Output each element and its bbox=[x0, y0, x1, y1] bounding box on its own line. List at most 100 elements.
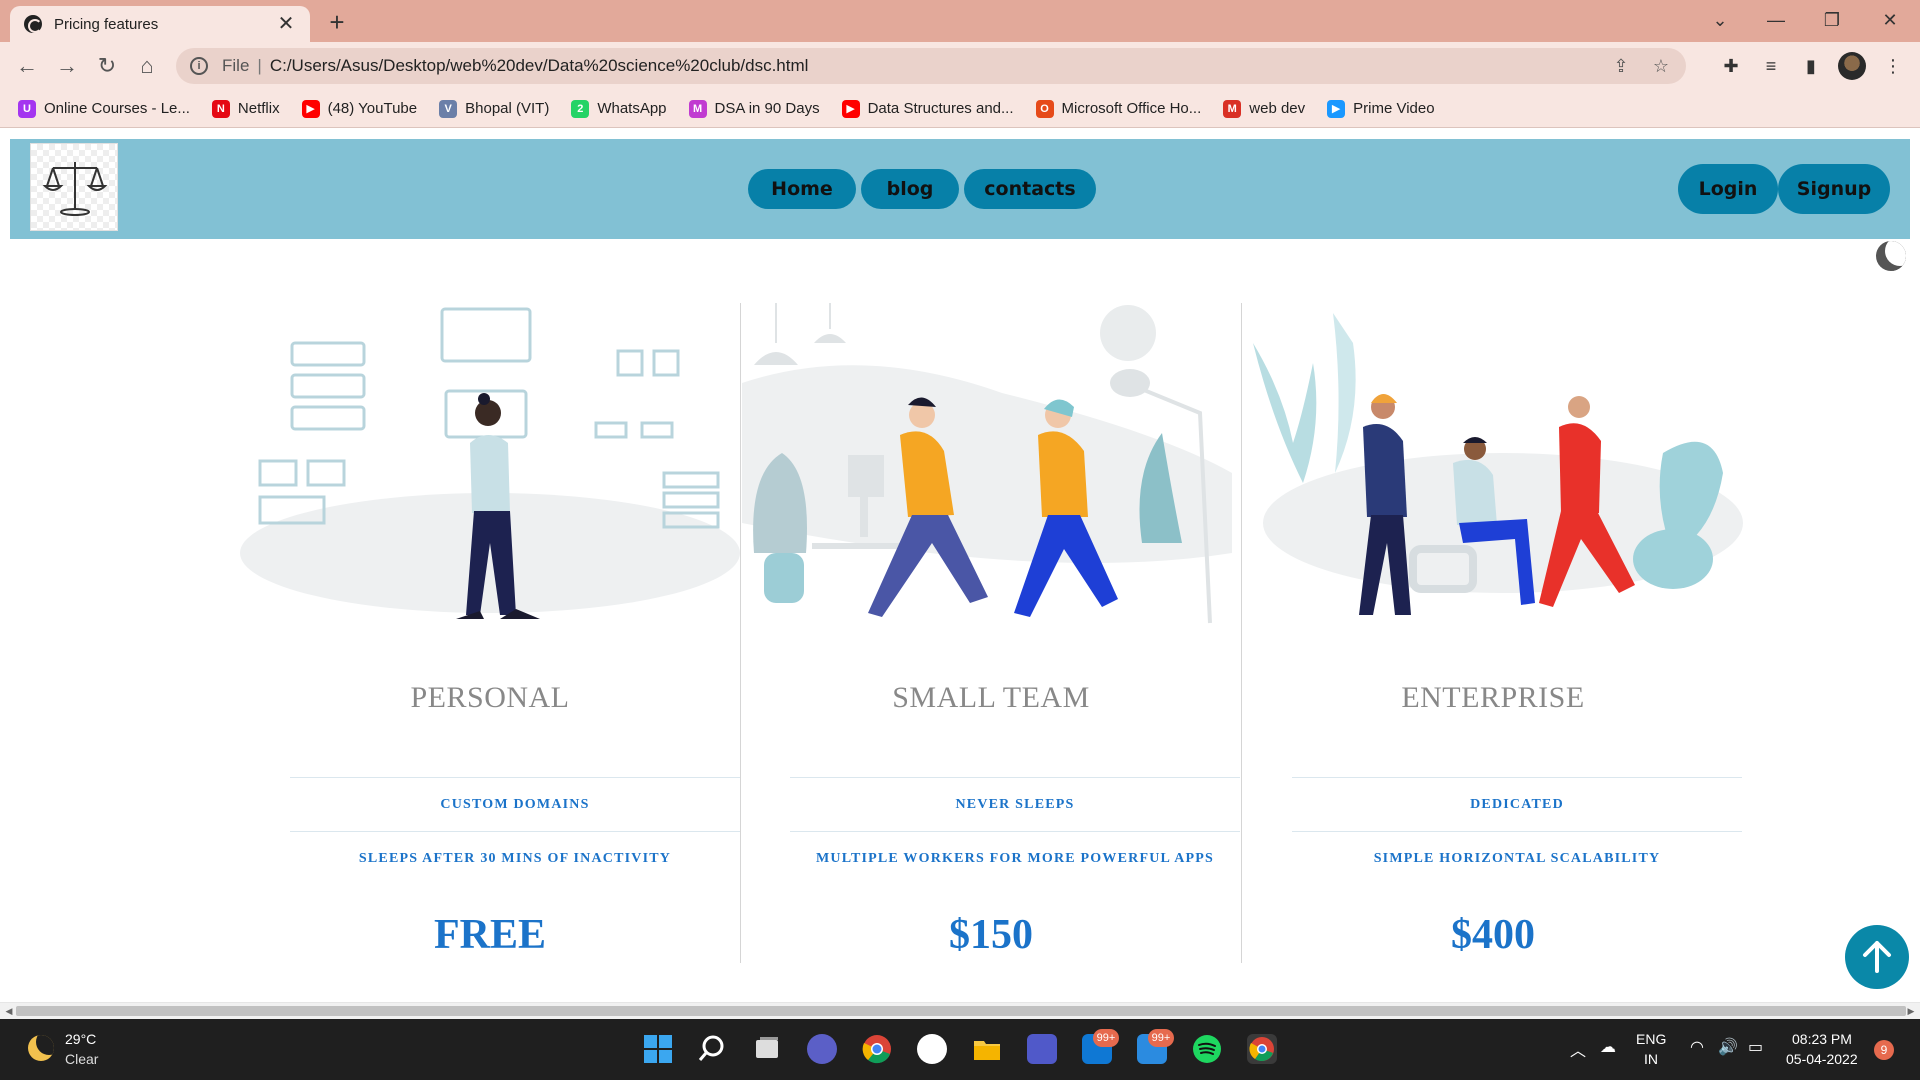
bookmark-item[interactable]: 2 WhatsApp bbox=[571, 99, 667, 118]
teams-icon[interactable] bbox=[1027, 1034, 1057, 1064]
notification-count-badge[interactable]: 9 bbox=[1874, 1040, 1894, 1060]
feature-personal-2: SLEEPS AFTER 30 MINS OF INACTIVITY bbox=[358, 851, 672, 866]
bookmark-item[interactable]: V Bhopal (VIT) bbox=[439, 99, 550, 118]
scrollbar-thumb[interactable] bbox=[16, 1006, 1906, 1016]
weather-moon-icon[interactable] bbox=[28, 1035, 54, 1061]
mail-badge: 99+ bbox=[1148, 1029, 1174, 1047]
bookmark-item[interactable]: ▶ Data Structures and... bbox=[841, 99, 1014, 118]
scroll-to-top-button[interactable] bbox=[1845, 925, 1909, 989]
browser-tab-strip: Pricing features ✕ + ⌄ — ❐ ✕ bbox=[0, 0, 1920, 42]
forward-arrow-icon[interactable]: → bbox=[52, 52, 82, 80]
spotify-icon[interactable] bbox=[1192, 1034, 1222, 1064]
price-personal: FREE bbox=[433, 912, 546, 958]
onedrive-cloud-icon[interactable]: ☁ bbox=[1600, 1037, 1616, 1057]
bookmark-item[interactable]: Mweb dev bbox=[1223, 99, 1305, 118]
close-window-button[interactable]: ✕ bbox=[1870, 4, 1910, 36]
file-explorer-folder-icon[interactable] bbox=[972, 1034, 1002, 1064]
bookmark-label: Netflix bbox=[237, 100, 280, 117]
login-button[interactable]: Login bbox=[1678, 164, 1778, 214]
chrome-active-icon[interactable] bbox=[1247, 1034, 1277, 1064]
gmail-icon: M bbox=[1223, 99, 1242, 118]
minimize-button[interactable]: — bbox=[1756, 4, 1796, 36]
scroll-right-arrow-icon[interactable]: ▶ bbox=[1905, 1005, 1917, 1017]
start-windows-icon[interactable] bbox=[643, 1034, 673, 1064]
horizontal-scrollbar[interactable]: ◀ ▶ bbox=[0, 1002, 1920, 1019]
restore-button[interactable]: ❐ bbox=[1812, 4, 1852, 36]
bookmark-label: Bhopal (VIT) bbox=[465, 100, 550, 117]
scroll-left-arrow-icon[interactable]: ◀ bbox=[3, 1005, 15, 1017]
site-logo[interactable] bbox=[30, 143, 118, 231]
tray-chevron-up-icon[interactable]: ︿ bbox=[1570, 1037, 1586, 1061]
battery-icon[interactable]: ▭ bbox=[1748, 1037, 1763, 1057]
clock-time[interactable]: 08:23 PM bbox=[1792, 1031, 1852, 1047]
chrome-icon[interactable] bbox=[862, 1034, 892, 1064]
page-viewport: Home blog contacts Login Signup PERSONAL… bbox=[0, 129, 1920, 1002]
site-info-icon[interactable]: i bbox=[190, 57, 208, 75]
bookmark-item[interactable]: M DSA in 90 Days bbox=[688, 99, 820, 118]
site-header: Home blog contacts Login Signup bbox=[10, 139, 1910, 239]
profile-avatar[interactable] bbox=[1838, 52, 1866, 80]
bookmark-label: Data Structures and... bbox=[867, 100, 1014, 117]
bookmark-item[interactable]: ▶ (48) YouTube bbox=[301, 99, 417, 118]
new-tab-button[interactable]: + bbox=[322, 8, 352, 36]
column-divider bbox=[740, 303, 741, 963]
bookmark-item[interactable]: U Online Courses - Le... bbox=[18, 99, 190, 118]
task-view-icon[interactable] bbox=[752, 1034, 782, 1064]
plan-title-small-team: SMALL TEAM bbox=[892, 681, 1090, 714]
plan-title-personal: PERSONAL bbox=[410, 681, 570, 714]
youtube-icon: ▶ bbox=[841, 99, 860, 118]
windows-taskbar: 29°C Clear 99+ 99+ ︿ ☁ ENG IN ◠ 🔊 ▭ 08:2… bbox=[0, 1019, 1920, 1080]
nav-blog-button[interactable]: blog bbox=[861, 169, 959, 209]
url-separator: | bbox=[257, 56, 262, 75]
url-text[interactable]: C:/Users/Asus/Desktop/web%20dev/Data%20s… bbox=[270, 56, 1592, 76]
plan-title-enterprise: ENTERPRISE bbox=[1401, 681, 1585, 714]
clock-date[interactable]: 05-04-2022 bbox=[1786, 1051, 1858, 1067]
feature-small-team-1: NEVER SLEEPS bbox=[955, 797, 1075, 812]
vit-icon: V bbox=[439, 99, 458, 118]
weather-description[interactable]: Clear bbox=[65, 1051, 98, 1067]
bookmark-item[interactable]: O Microsoft Office Ho... bbox=[1035, 99, 1202, 118]
weather-temperature[interactable]: 29°C bbox=[65, 1031, 96, 1047]
bookmark-item[interactable]: ▶ Prime Video bbox=[1327, 99, 1435, 118]
extensions-puzzle-icon[interactable]: ✚ bbox=[1718, 54, 1744, 78]
share-icon[interactable]: ⇪ bbox=[1610, 55, 1632, 77]
bookmark-item[interactable]: N Netflix bbox=[211, 99, 280, 118]
whatsapp-icon: 2 bbox=[571, 99, 590, 118]
language-bottom[interactable]: IN bbox=[1644, 1051, 1658, 1067]
address-bar[interactable]: i File | C:/Users/Asus/Desktop/web%20dev… bbox=[176, 48, 1686, 84]
side-panel-icon[interactable]: ▮ bbox=[1798, 54, 1824, 78]
prime-video-icon: ▶ bbox=[1327, 99, 1346, 118]
tab-search-chevron-icon[interactable]: ⌄ bbox=[1700, 4, 1740, 36]
column-divider bbox=[1241, 303, 1242, 963]
bookmark-star-icon[interactable]: ☆ bbox=[1650, 55, 1672, 77]
wifi-icon[interactable]: ◠ bbox=[1690, 1037, 1704, 1057]
back-arrow-icon[interactable]: ← bbox=[12, 52, 42, 80]
media-queue-icon[interactable]: ≡ bbox=[1758, 54, 1784, 78]
feature-enterprise-1: DEDICATED bbox=[1470, 797, 1564, 812]
feature-enterprise-2: SIMPLE HORIZONTAL SCALABILITY bbox=[1373, 851, 1661, 866]
browser-tab[interactable]: Pricing features ✕ bbox=[10, 6, 310, 42]
signup-button[interactable]: Signup bbox=[1778, 164, 1890, 214]
enterprise-plan-illustration bbox=[1253, 313, 1743, 615]
feature-personal-1: CUSTOM DOMAINS bbox=[440, 797, 590, 812]
nav-contacts-button[interactable]: contacts bbox=[964, 169, 1096, 209]
nav-home-button[interactable]: Home bbox=[748, 169, 856, 209]
tab-close-icon[interactable]: ✕ bbox=[276, 14, 296, 34]
reload-icon[interactable]: ↻ bbox=[92, 52, 122, 80]
office-icon: O bbox=[1035, 99, 1054, 118]
teams-chat-icon[interactable] bbox=[807, 1034, 837, 1064]
language-top[interactable]: ENG bbox=[1636, 1031, 1666, 1047]
bookmark-label: Microsoft Office Ho... bbox=[1061, 100, 1202, 117]
arrow-up-icon bbox=[1863, 941, 1891, 973]
search-icon[interactable] bbox=[697, 1034, 727, 1064]
app-icon[interactable] bbox=[917, 1034, 947, 1064]
feature-divider bbox=[1292, 777, 1742, 778]
menu-kebab-icon[interactable]: ⋮ bbox=[1880, 54, 1906, 78]
price-enterprise: $400 bbox=[1451, 912, 1535, 958]
feature-divider bbox=[290, 831, 740, 832]
feature-divider bbox=[290, 777, 740, 778]
dark-mode-moon-icon[interactable] bbox=[1876, 241, 1906, 271]
url-scheme-label: File bbox=[222, 56, 250, 75]
volume-icon[interactable]: 🔊 bbox=[1718, 1037, 1738, 1057]
home-icon[interactable]: ⌂ bbox=[132, 52, 162, 80]
